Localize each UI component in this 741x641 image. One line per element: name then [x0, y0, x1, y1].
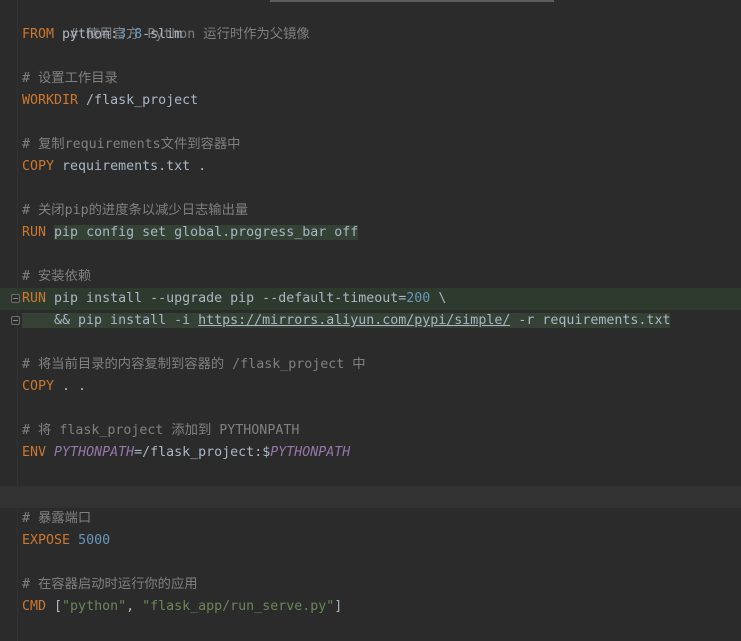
run-command: && pip install -i	[22, 313, 199, 328]
code-line[interactable]: FROM python:3.8-slim	[0, 24, 741, 46]
code-line[interactable]: # 暴露端口	[0, 508, 741, 530]
comment-text: # 关闭pip的进度条以减少日志输出量	[22, 203, 249, 218]
port-number: 5000	[78, 533, 111, 548]
code-line[interactable]: # 将当前目录的内容复制到容器的 /flask_project 中	[0, 354, 741, 376]
fold-end-icon[interactable]	[11, 316, 20, 325]
comment-text: # 安装依赖	[22, 269, 92, 284]
code-line[interactable]: EXPOSE 5000	[0, 530, 741, 552]
keyword-run: RUN	[22, 225, 47, 240]
code-line[interactable]: # 在容器启动时运行你的应用	[0, 574, 741, 596]
run-command: pip install --upgrade pip --default-time…	[46, 291, 407, 306]
run-command-tail: -r requirements.txt	[510, 313, 671, 328]
code-line[interactable]: COPY requirements.txt .	[0, 156, 741, 178]
bracket-open: [	[46, 599, 63, 614]
keyword-workdir: WORKDIR	[22, 93, 79, 108]
mirror-url-link[interactable]: https://mirrors.aliyun.com/pypi/simple/	[198, 313, 511, 328]
comment-text: # 将当前目录的内容复制到容器的 /flask_project 中	[22, 357, 366, 372]
bracket-close: ]	[334, 599, 343, 614]
comment-text: # 复制requirements文件到容器中	[22, 137, 241, 152]
code-line[interactable]: COPY . .	[0, 376, 741, 398]
code-line[interactable]: CMD ["python", "flask_app/run_serve.py"]	[0, 596, 741, 618]
code-line[interactable]: # 安装依赖	[0, 266, 741, 288]
code-line[interactable]: # 将 flask_project 添加到 PYTHONPATH	[0, 420, 741, 442]
workdir-path: /flask_project	[78, 93, 199, 108]
keyword-copy: COPY	[22, 159, 55, 174]
keyword-cmd: CMD	[22, 599, 47, 614]
code-line[interactable]: ENV PYTHONPATH=/flask_project:$PYTHONPAT…	[0, 442, 741, 464]
cmd-string: "python"	[62, 599, 127, 614]
comment-text: # 在容器启动时运行你的应用	[22, 577, 198, 592]
keyword-run: RUN	[22, 291, 47, 306]
code-line[interactable]: # 关闭pip的进度条以减少日志输出量	[0, 200, 741, 222]
copy-args: requirements.txt .	[54, 159, 207, 174]
current-line[interactable]	[0, 486, 741, 508]
comment-text: # 暴露端口	[22, 511, 92, 526]
code-line[interactable]: # 设置工作目录	[0, 68, 741, 90]
env-variable-ref: PYTHONPATH	[270, 445, 351, 460]
code-line[interactable]: WORKDIR /flask_project	[0, 90, 741, 112]
env-variable: PYTHONPATH	[54, 445, 135, 460]
image-version: 3.8	[118, 27, 143, 42]
code-line[interactable]: && pip install -i https://mirrors.aliyun…	[0, 310, 741, 332]
image-name: python:	[54, 27, 119, 42]
code-line[interactable]: # 使用官方 Python 运行时作为父镜像	[0, 2, 741, 42]
cmd-string: "flask_app/run_serve.py"	[142, 599, 335, 614]
comment-text: # 设置工作目录	[22, 71, 118, 86]
fold-toggle-icon[interactable]	[11, 294, 20, 303]
line-continuation: \	[430, 291, 447, 306]
comma: ,	[126, 599, 143, 614]
copy-args: . .	[54, 379, 87, 394]
code-line[interactable]: # 复制requirements文件到容器中	[0, 134, 741, 156]
comment-text: # 将 flask_project 添加到 PYTHONPATH	[22, 423, 300, 438]
image-tag-suffix: -slim	[142, 27, 183, 42]
code-line[interactable]: RUN pip install --upgrade pip --default-…	[0, 288, 741, 310]
timeout-value: 200	[406, 291, 431, 306]
keyword-from: FROM	[22, 27, 55, 42]
keyword-copy: COPY	[22, 379, 55, 394]
run-command: pip config set global.progress_bar off	[54, 225, 359, 240]
code-editor[interactable]: # 使用官方 Python 运行时作为父镜像 FROM python:3.8-s…	[0, 0, 741, 641]
env-value: =/flask_project:$	[134, 445, 271, 460]
keyword-expose: EXPOSE	[22, 533, 71, 548]
keyword-env: ENV	[22, 445, 47, 460]
code-line[interactable]: RUN pip config set global.progress_bar o…	[0, 222, 741, 244]
